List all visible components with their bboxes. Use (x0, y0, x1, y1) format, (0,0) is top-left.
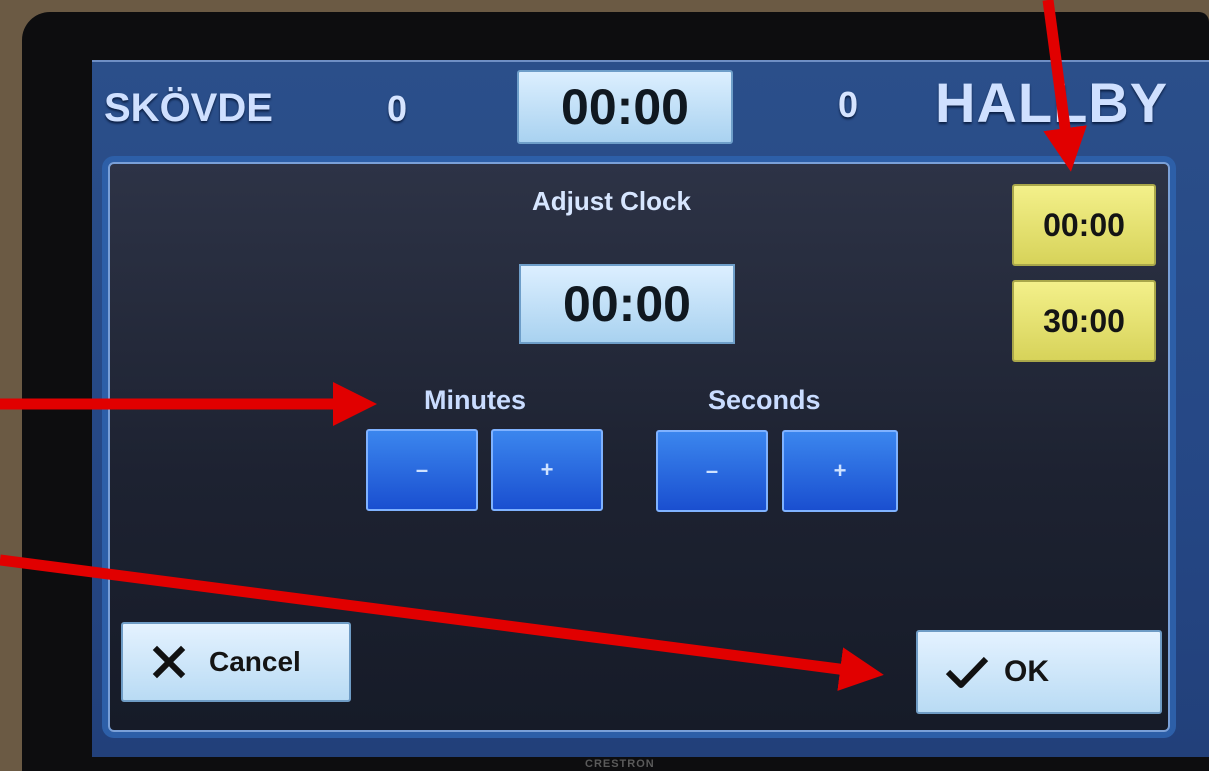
away-score: 0 (838, 84, 859, 125)
home-score: 0 (387, 88, 408, 129)
minutes-decrement-button[interactable]: – (366, 429, 478, 511)
ok-button[interactable]: OK (916, 630, 1162, 714)
device-brand-label: CRESTRON (585, 758, 655, 770)
x-icon (139, 645, 199, 679)
checkmark-icon (934, 654, 1000, 690)
home-team-name: SKÖVDE (104, 86, 273, 130)
seconds-increment-button[interactable]: + (782, 430, 898, 512)
dialog-title: Adjust Clock (532, 186, 691, 216)
seconds-label: Seconds (708, 385, 821, 415)
preset-button-00-00[interactable]: 00:00 (1012, 184, 1156, 266)
away-team-name: HALLBY (935, 71, 1169, 134)
main-clock-display[interactable]: 00:00 (517, 70, 733, 144)
seconds-decrement-button[interactable]: – (656, 430, 768, 512)
minutes-label: Minutes (424, 385, 527, 415)
minutes-increment-button[interactable]: + (491, 429, 603, 511)
ok-button-label: OK (1004, 655, 1049, 688)
cancel-button[interactable]: Cancel (121, 622, 351, 702)
cancel-button-label: Cancel (209, 646, 301, 677)
adjust-clock-value: 00:00 (519, 264, 735, 344)
preset-button-30-00[interactable]: 30:00 (1012, 280, 1156, 362)
